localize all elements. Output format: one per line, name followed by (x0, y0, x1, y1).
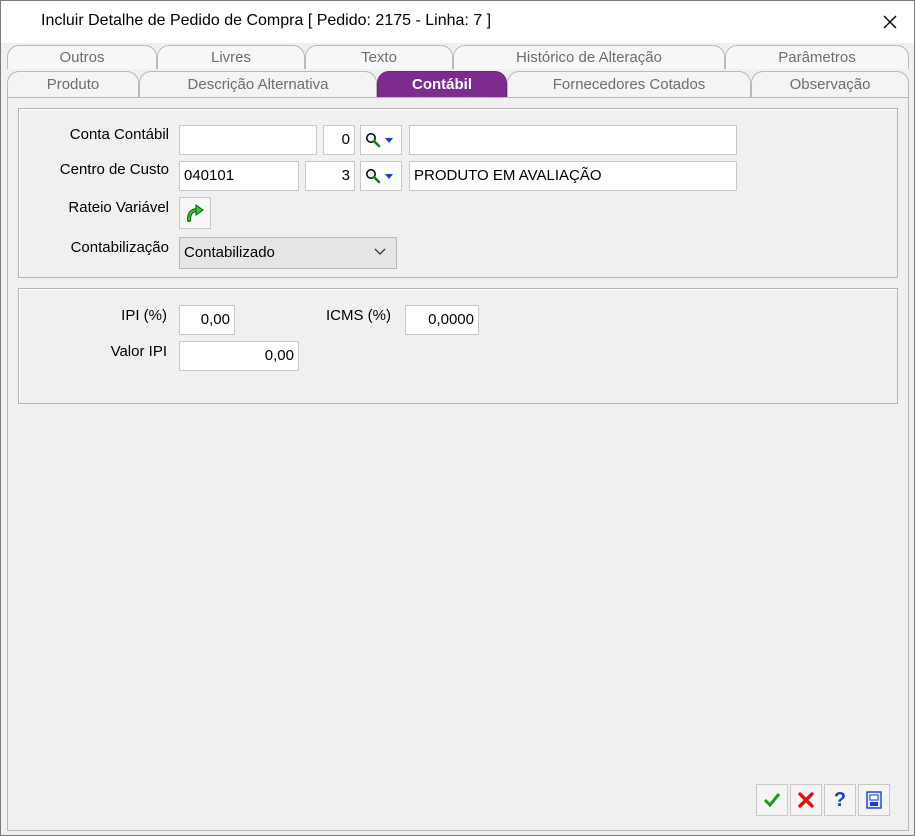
tab-label: Produto (46, 76, 100, 93)
tab-livres[interactable]: Livres (157, 45, 305, 69)
printer-icon (866, 791, 882, 809)
close-icon (883, 15, 897, 29)
chevron-down-icon (385, 173, 393, 179)
question-icon: ? (833, 788, 847, 811)
help-button[interactable]: ? (824, 784, 856, 816)
tab-texto[interactable]: Texto (305, 45, 453, 69)
tab-produto[interactable]: Produto (7, 71, 139, 97)
magnifier-icon (366, 133, 381, 148)
centro-de-custo-label: Centro de Custo (59, 161, 169, 178)
window-title: Incluir Detalhe de Pedido de Compra [ Pe… (41, 12, 492, 29)
centro-de-custo-code-field[interactable]: 040101 (179, 161, 299, 191)
title-bar: Incluir Detalhe de Pedido de Compra [ Pe… (1, 1, 914, 43)
contabilizacao-select[interactable]: Contabilizado (179, 237, 397, 269)
tab-label: Texto (361, 49, 397, 66)
tab-label: Fornecedores Cotados (552, 76, 706, 93)
contabilizacao-selected-value: Contabilizado (184, 244, 275, 261)
centro-de-custo-digit-field[interactable]: 3 (305, 161, 355, 191)
tab-fornecedores-cotados[interactable]: Fornecedores Cotados (507, 71, 751, 97)
tab-label: Outros (59, 49, 105, 66)
tab-observacao[interactable]: Observação (751, 71, 909, 97)
icms-pct-label: ICMS (%) (326, 307, 391, 324)
chevron-down-icon (385, 137, 393, 143)
valor-ipi-label: Valor IPI (110, 343, 167, 360)
rateio-variavel-label: Rateio Variável (68, 199, 169, 216)
ipi-pct-field[interactable]: 0,00 (179, 305, 235, 335)
green-arrow-icon (187, 204, 204, 222)
print-button[interactable] (858, 784, 890, 816)
checkmark-icon (763, 793, 781, 808)
tab-label: Descrição Alternativa (187, 76, 329, 93)
tab-contabil[interactable]: Contábil (377, 71, 507, 97)
centro-de-custo-description-field[interactable]: PRODUTO EM AVALIAÇÃO (409, 161, 737, 191)
valor-ipi-field[interactable]: 0,00 (179, 341, 299, 371)
centro-de-custo-lookup-button[interactable] (360, 161, 402, 191)
rateio-variavel-button[interactable] (179, 197, 211, 229)
conta-contabil-digit-field[interactable]: 0 (323, 125, 355, 155)
tab-label: Livres (210, 49, 251, 66)
ipi-pct-label: IPI (%) (121, 307, 167, 324)
conta-contabil-description-field[interactable] (409, 125, 737, 155)
conta-contabil-label: Conta Contábil (69, 126, 169, 143)
tab-panel-contabil: Conta Contábil 0 Centro de Custo 040101 … (7, 97, 909, 831)
tab-label: Histórico de Alteração (516, 49, 662, 66)
dialog-window: Incluir Detalhe de Pedido de Compra [ Pe… (0, 0, 915, 836)
tab-label: Parâmetros (778, 49, 856, 66)
close-button[interactable] (866, 1, 914, 43)
conta-contabil-code-field[interactable] (179, 125, 317, 155)
conta-contabil-lookup-button[interactable] (360, 125, 402, 155)
tab-label: Contábil (412, 76, 472, 93)
tab-label: Observação (789, 76, 871, 93)
tab-outros[interactable]: Outros (7, 45, 157, 69)
accounting-group: Conta Contábil 0 Centro de Custo 040101 … (18, 108, 898, 278)
tab-historico-de-alteracao[interactable]: Histórico de Alteração (453, 45, 725, 69)
icms-pct-field[interactable]: 0,0000 (405, 305, 479, 335)
tab-parametros[interactable]: Parâmetros (725, 45, 909, 69)
taxes-group: IPI (%) 0,00 ICMS (%) 0,0000 Valor IPI 0… (18, 288, 898, 404)
chevron-down-icon (374, 248, 386, 255)
cancel-button[interactable] (790, 784, 822, 816)
tab-descricao-alternativa[interactable]: Descrição Alternativa (139, 71, 377, 97)
magnifier-icon (366, 169, 381, 184)
contabilizacao-label: Contabilização (70, 239, 169, 256)
red-x-icon (798, 792, 814, 808)
ok-button[interactable] (756, 784, 788, 816)
